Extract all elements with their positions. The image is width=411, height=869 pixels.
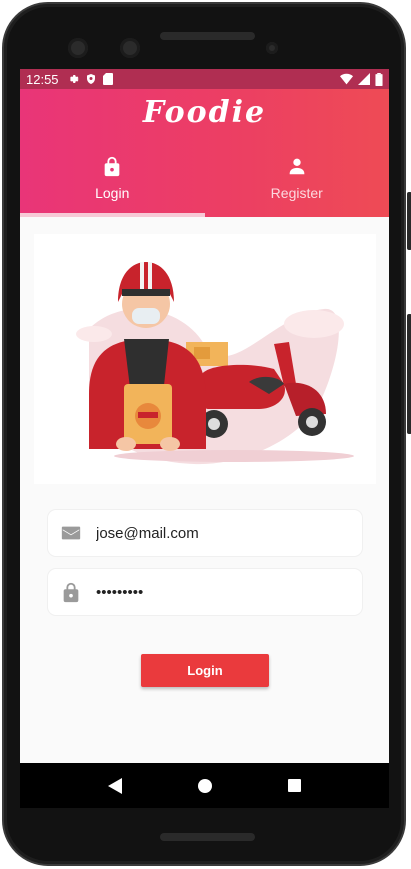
password-field[interactable] (48, 569, 362, 615)
earpiece-speaker (160, 32, 255, 40)
app-screen: 12:55 Foodie Login Register jose@mail.co… (20, 69, 389, 808)
home-icon[interactable] (198, 778, 212, 793)
login-button[interactable]: Login (141, 654, 269, 687)
tab-login-label: Login (95, 185, 130, 201)
lock-icon (63, 582, 79, 603)
app-title: Foodie (142, 95, 267, 130)
tab-bar: Login Register (20, 153, 389, 217)
front-camera-icon (120, 38, 140, 58)
recents-icon[interactable] (288, 779, 301, 792)
status-system-icons (340, 72, 383, 86)
email-field[interactable] (48, 510, 362, 556)
sd-card-icon (102, 73, 113, 85)
signal-icon (358, 73, 370, 85)
settings-icon (69, 75, 79, 83)
status-notification-icons (67, 73, 113, 85)
tab-register-label: Register (270, 185, 323, 201)
delivery-illustration (34, 234, 376, 484)
delivery-illustration-art (76, 262, 354, 465)
app-header: Foodie Login Register (20, 89, 389, 217)
power-button (407, 192, 411, 250)
status-time: 12:55 (26, 71, 59, 87)
status-bar: 12:55 (20, 69, 389, 89)
system-nav-bar (20, 763, 389, 808)
tab-login[interactable]: Login (20, 153, 205, 217)
tab-register[interactable]: Register (205, 153, 390, 217)
shield-icon (86, 74, 95, 84)
back-icon[interactable] (108, 777, 122, 794)
person-icon (289, 158, 305, 175)
front-camera-icon (68, 38, 88, 58)
bottom-speaker (160, 833, 255, 841)
email-input[interactable] (96, 524, 336, 542)
battery-icon (375, 72, 383, 86)
lock-icon (104, 156, 120, 177)
wifi-icon (340, 73, 353, 85)
password-input[interactable] (96, 583, 336, 601)
volume-button (407, 314, 411, 434)
sensor-icon (266, 42, 278, 54)
active-tab-indicator (20, 213, 205, 217)
email-icon (61, 526, 81, 540)
